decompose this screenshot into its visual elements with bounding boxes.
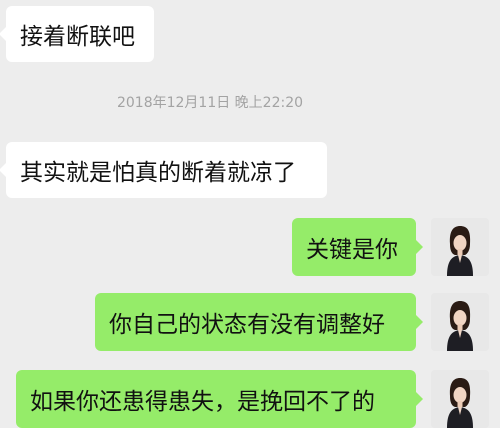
user-avatar[interactable] (431, 370, 489, 428)
woman-portrait-icon (431, 370, 489, 428)
message-bubble-received[interactable]: 接着断联吧 (0, 6, 154, 62)
message-bubble-received[interactable]: 其实就是怕真的断着就凉了 (0, 142, 327, 198)
message-text: 如果你还患得患失，是挽回不了的 (30, 389, 375, 415)
message-text: 关键是你 (306, 237, 398, 263)
message-bubble-sent[interactable]: 关键是你 (292, 218, 423, 276)
message-bubble-sent[interactable]: 你自己的状态有没有调整好 (95, 293, 423, 351)
message-text: 其实就是怕真的断着就凉了 (20, 160, 296, 186)
woman-portrait-icon (431, 293, 489, 351)
message-text: 你自己的状态有没有调整好 (109, 312, 385, 338)
woman-portrait-icon (431, 218, 489, 276)
user-avatar[interactable] (431, 218, 489, 276)
message-bubble-sent[interactable]: 如果你还患得患失，是挽回不了的 (16, 370, 423, 428)
user-avatar[interactable] (431, 293, 489, 351)
message-timestamp: 2018年12月11日 晚上22:20 (116, 95, 304, 111)
message-text: 接着断联吧 (20, 24, 135, 50)
chat-conversation: 接着断联吧 2018年12月11日 晚上22:20 其实就是怕真的断着就凉了 关… (0, 0, 500, 428)
